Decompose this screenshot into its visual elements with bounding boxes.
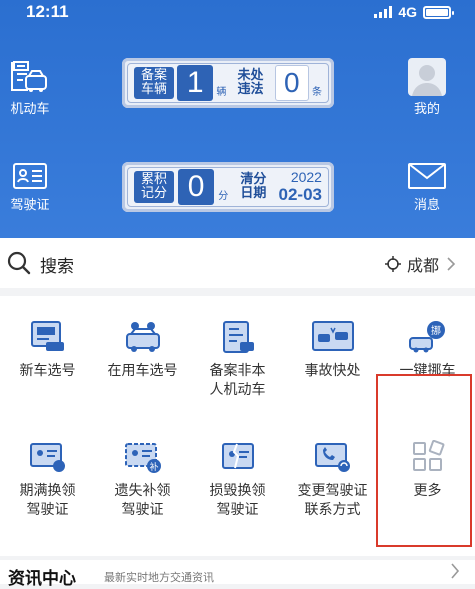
status-time: 12:11 bbox=[26, 2, 69, 21]
license-damaged-icon bbox=[221, 443, 254, 469]
points-unit: 分 bbox=[218, 191, 229, 202]
license-renew-icon bbox=[29, 443, 65, 472]
location-target-icon bbox=[384, 256, 401, 272]
header: 12:11 4G 机动车 备案 车辆 1 辆 未处 违法 0 条 我的 驾驶证 … bbox=[0, 0, 475, 238]
register-other-vehicle-icon bbox=[222, 321, 254, 353]
move-car-icon: 挪 bbox=[408, 321, 445, 353]
service-license-renew[interactable]: 期满换领 驾驶证 bbox=[0, 440, 95, 520]
svg-text:挪: 挪 bbox=[431, 324, 441, 337]
service-move-car[interactable]: 挪 一键挪车 bbox=[380, 320, 475, 381]
license-button[interactable]: 驾驶证 bbox=[0, 162, 60, 213]
avatar[interactable] bbox=[408, 58, 446, 96]
clear-date: 02-03 bbox=[278, 185, 322, 204]
points-value: 0 bbox=[178, 169, 215, 205]
news-title: 资讯中心 bbox=[8, 569, 76, 589]
service-license-lost[interactable]: 补 遗失补领 驾驶证 bbox=[95, 440, 190, 520]
used-car-plate-icon bbox=[125, 322, 160, 352]
vehicle-icon bbox=[11, 61, 47, 92]
message-button[interactable]: 消息 bbox=[397, 162, 457, 213]
network-type: 4G bbox=[398, 4, 417, 20]
registered-unit: 辆 bbox=[216, 87, 227, 98]
chevron-right-icon bbox=[447, 257, 456, 271]
license-lost-icon: 补 bbox=[124, 443, 161, 473]
signal-icon bbox=[374, 6, 393, 18]
violation-unit: 条 bbox=[311, 87, 322, 98]
status-bar: 12:11 4G bbox=[0, 0, 475, 26]
location-city: 成都 bbox=[406, 256, 439, 275]
registered-count: 1 bbox=[177, 65, 214, 101]
news-center[interactable]: 资讯中心 最新实时地方交通资讯 bbox=[0, 560, 475, 589]
location-selector[interactable]: 成都 bbox=[384, 252, 457, 276]
search-label[interactable]: 搜索 bbox=[40, 252, 74, 277]
search-icon bbox=[7, 251, 31, 275]
vehicle-panel[interactable]: 备案 车辆 1 辆 未处 违法 0 条 bbox=[122, 58, 334, 108]
license-contact-icon bbox=[314, 443, 350, 472]
service-license-contact[interactable]: 变更驾驶证 联系方式 bbox=[285, 440, 380, 520]
news-subtitle: 最新实时地方交通资讯 bbox=[104, 571, 214, 584]
new-car-plate-icon bbox=[30, 321, 64, 351]
license-icon bbox=[13, 163, 47, 189]
service-license-damaged[interactable]: 损毁换领 驾驶证 bbox=[190, 440, 285, 520]
vehicle-button[interactable]: 机动车 bbox=[0, 60, 60, 117]
service-new-car-plate[interactable]: 新车选号 bbox=[0, 320, 95, 381]
violation-count: 0 bbox=[274, 65, 309, 101]
battery-icon bbox=[423, 5, 454, 19]
points-label: 累积 记分 bbox=[134, 171, 174, 203]
clear-year: 2022 bbox=[290, 169, 322, 185]
accident-icon bbox=[311, 321, 354, 351]
registered-label: 备案 车辆 bbox=[134, 67, 174, 99]
service-register-other-vehicle[interactable]: 备案非本 人机动车 bbox=[190, 320, 285, 400]
search-bar[interactable]: 搜索 成都 bbox=[0, 238, 475, 288]
license-panel[interactable]: 累积 记分 0 分 清分 日期 2022 02-03 bbox=[122, 162, 334, 212]
violation-label: 未处 违法 bbox=[237, 68, 264, 97]
highlight-box bbox=[376, 374, 472, 547]
svg-text:补: 补 bbox=[149, 461, 158, 473]
service-accident[interactable]: 事故快处 bbox=[285, 320, 380, 381]
service-used-car-plate[interactable]: 在用车选号 bbox=[95, 320, 190, 381]
clear-date-label: 清分 日期 bbox=[240, 172, 267, 201]
user-avatar-icon bbox=[412, 65, 442, 96]
chevron-right-icon bbox=[451, 563, 460, 579]
envelope-icon bbox=[408, 163, 446, 189]
